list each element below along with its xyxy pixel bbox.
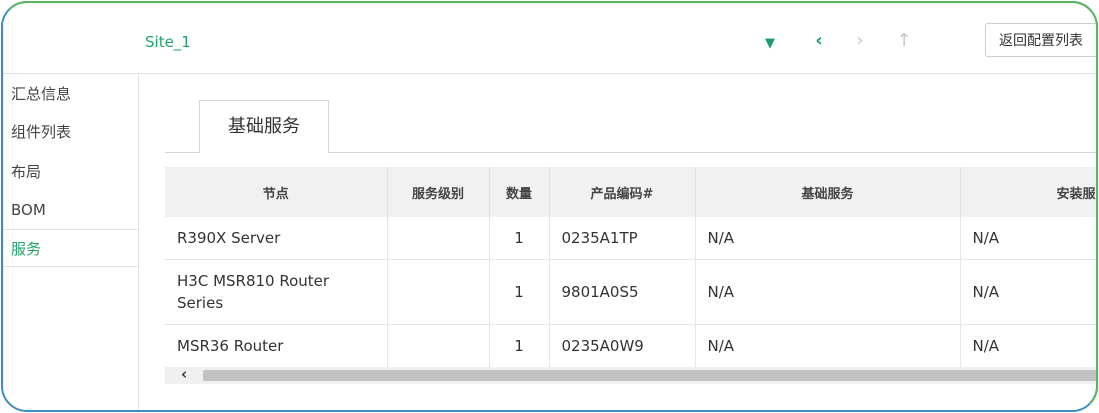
column-header-quantity[interactable]: 数量 [489,167,550,217]
cell-quantity: 1 [489,259,550,325]
sidebar-item-summary[interactable]: 汇总信息 [3,75,138,113]
tab-basic-services[interactable]: 基础服务 [199,100,329,153]
table-row[interactable]: MSR36 Router 1 0235A0W9 N/A N/A [165,324,1096,368]
cell-product-code: 0235A0W9 [549,324,696,368]
cell-node: R390X Server [165,217,388,260]
column-header-product-code[interactable]: 产品编码# [549,167,696,217]
cell-install-service: N/A [960,324,1096,368]
services-table: 节点 服务级别 数量 产品编码# 基础服务 安装服 R390X Server 1… [165,167,1096,368]
cell-product-code: 9801A0S5 [549,259,696,325]
cell-service-level[interactable] [387,259,490,325]
cell-node: H3C MSR810 Router Series [165,259,388,325]
column-header-node[interactable]: 节点 [165,167,388,217]
services-table-container: 节点 服务级别 数量 产品编码# 基础服务 安装服 R390X Server 1… [165,167,1096,368]
sidebar-item-services[interactable]: 服务 [3,229,138,267]
horizontal-scrollbar[interactable]: ‹ [165,365,1096,384]
column-header-basic-service[interactable]: 基础服务 [695,167,961,217]
cell-basic-service: N/A [695,324,961,368]
scrollbar-thumb[interactable] [203,370,1096,381]
up-arrow-icon[interactable]: ↑ [893,31,915,51]
sidebar: 汇总信息 组件列表 布局 BOM 服务 [3,73,139,410]
forward-arrow-icon[interactable]: › [849,31,871,51]
sidebar-item-components[interactable]: 组件列表 [3,113,138,151]
cell-basic-service: N/A [695,259,961,325]
cell-node: MSR36 Router [165,324,388,368]
site-name[interactable]: Site_1 [145,33,191,51]
top-bar: Site_1 ▼ ‹ › ↑ 返回配置列表 [3,3,1096,74]
sidebar-item-layout[interactable]: 布局 [3,153,138,191]
table-row[interactable]: H3C MSR810 Router Series 1 9801A0S5 N/A … [165,259,1096,325]
column-header-service-level[interactable]: 服务级别 [387,167,490,217]
scroll-left-icon[interactable]: ‹ [181,365,187,383]
table-header-row: 节点 服务级别 数量 产品编码# 基础服务 安装服 [165,167,1096,217]
main-content: 基础服务 节点 服务级别 数量 产品编码# 基础服务 安装服 R390X Ser… [139,75,1096,410]
cell-quantity: 1 [489,217,550,260]
dropdown-triangle-icon[interactable]: ▼ [759,34,781,54]
return-to-config-list-button[interactable]: 返回配置列表 [985,23,1096,57]
cell-quantity: 1 [489,324,550,368]
cell-install-service: N/A [960,259,1096,325]
cell-service-level[interactable] [387,324,490,368]
cell-basic-service: N/A [695,217,961,260]
cell-product-code: 0235A1TP [549,217,696,260]
column-header-install-service[interactable]: 安装服 [960,167,1096,217]
cell-service-level[interactable] [387,217,490,260]
back-arrow-icon[interactable]: ‹ [808,31,830,51]
cell-install-service: N/A [960,217,1096,260]
table-row[interactable]: R390X Server 1 0235A1TP N/A N/A [165,217,1096,260]
sidebar-item-bom[interactable]: BOM [3,191,138,229]
app-window: Site_1 ▼ ‹ › ↑ 返回配置列表 汇总信息 组件列表 布局 BOM 服… [1,1,1098,412]
